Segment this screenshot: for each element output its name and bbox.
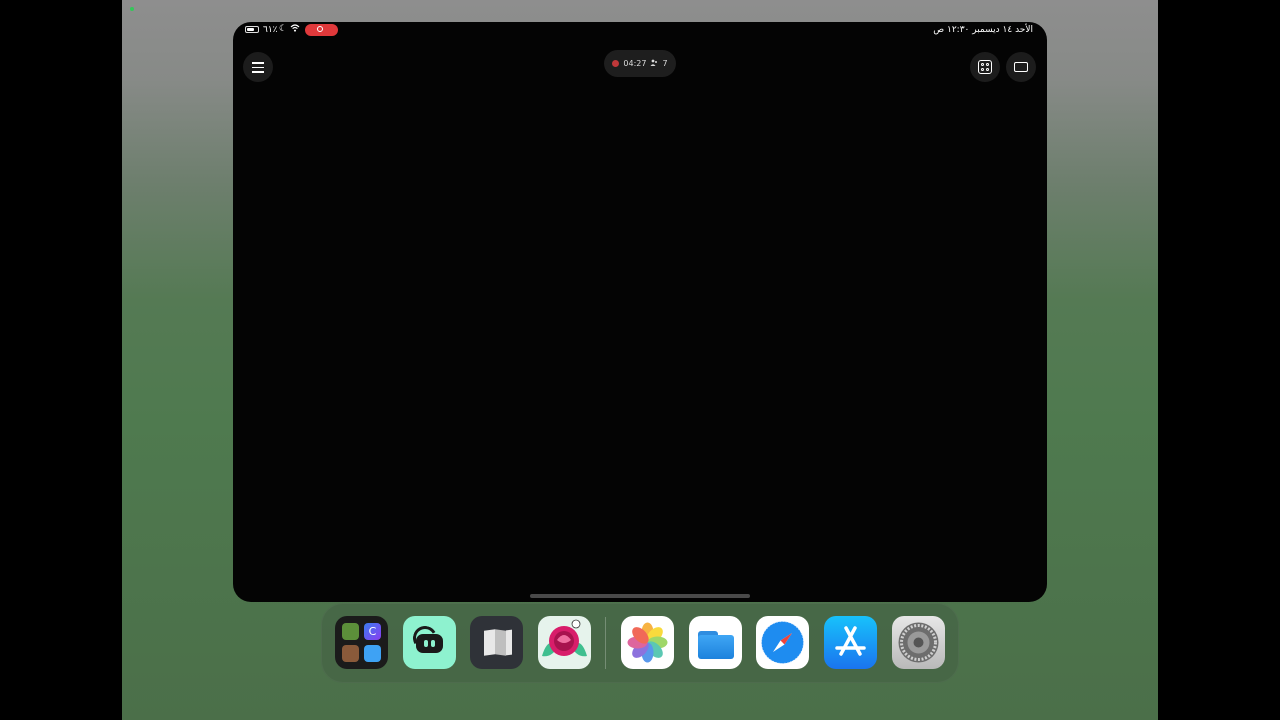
settings-gear-icon	[898, 622, 939, 663]
safari-compass-icon	[761, 621, 804, 664]
stream-elapsed-time: 04:27	[623, 59, 647, 68]
status-datetime: الأحد ١٤ ديسمبر ١٢:٣٠ ص	[933, 25, 1033, 35]
controller-button-icon	[431, 640, 435, 647]
files-icon[interactable]	[689, 616, 742, 669]
focus-moon-icon: ☾	[279, 24, 288, 34]
battery-percent: ٦١٪	[263, 25, 278, 35]
wifi-icon	[290, 23, 300, 36]
viewer-count: 7	[662, 59, 668, 68]
app-store-icon[interactable]	[824, 616, 877, 669]
status-indicator-dot	[130, 7, 134, 11]
battery-icon	[245, 26, 259, 33]
display-mode-button[interactable]	[1006, 52, 1036, 82]
files-mini-icon	[364, 645, 381, 662]
dock: C	[321, 603, 959, 683]
steam-link-icon[interactable]	[403, 616, 456, 669]
controller-icon-dot	[986, 63, 989, 66]
map-page-icon	[495, 629, 506, 656]
flower-coloring-icon[interactable]	[538, 616, 591, 669]
menu-icon	[252, 62, 264, 64]
home-indicator[interactable]	[530, 594, 750, 598]
screen-recording-indicator[interactable]	[305, 24, 338, 36]
controller-button-icon	[424, 640, 428, 647]
controller-icon-dot	[981, 63, 984, 66]
photos-icon[interactable]	[621, 616, 674, 669]
recording-dot	[612, 60, 620, 67]
app-window[interactable]: ٦١٪ ☾ الأحد ١٤ ديسمبر ١٢:٣٠ ص 04:27 7	[233, 22, 1047, 602]
controller-icon-dot	[981, 68, 984, 71]
canva-icon: C	[364, 623, 381, 640]
viewers-icon	[650, 59, 658, 69]
dock-divider	[605, 617, 606, 669]
rose-icon	[542, 619, 587, 657]
controller-icon-dot	[986, 68, 989, 71]
menu-icon-line	[252, 66, 264, 69]
app-folder-icon[interactable]: C	[335, 616, 388, 669]
menu-icon-line	[252, 71, 264, 73]
photos-petals-icon	[627, 622, 668, 663]
controller-button[interactable]	[970, 52, 1000, 82]
gear-icon[interactable]	[892, 616, 945, 669]
map-page-icon	[484, 629, 495, 656]
stream-status-pill[interactable]: 04:27 7	[604, 50, 676, 77]
menu-button[interactable]	[243, 52, 273, 82]
controller-icon	[978, 60, 992, 74]
minecraft-icon	[342, 645, 359, 662]
app-store-a-icon	[835, 626, 866, 656]
controller-body-icon	[416, 634, 443, 653]
game-icon	[342, 623, 359, 640]
status-bar: ٦١٪ ☾ الأحد ١٤ ديسمبر ١٢:٣٠ ص	[233, 22, 1047, 40]
folder-blue-icon	[698, 635, 734, 659]
map-page-icon	[506, 629, 512, 656]
ipad-screen: ٦١٪ ☾ الأحد ١٤ ديسمبر ١٢:٣٠ ص 04:27 7 C	[122, 0, 1158, 720]
compass-icon[interactable]	[756, 616, 809, 669]
map-icon[interactable]	[470, 616, 523, 669]
